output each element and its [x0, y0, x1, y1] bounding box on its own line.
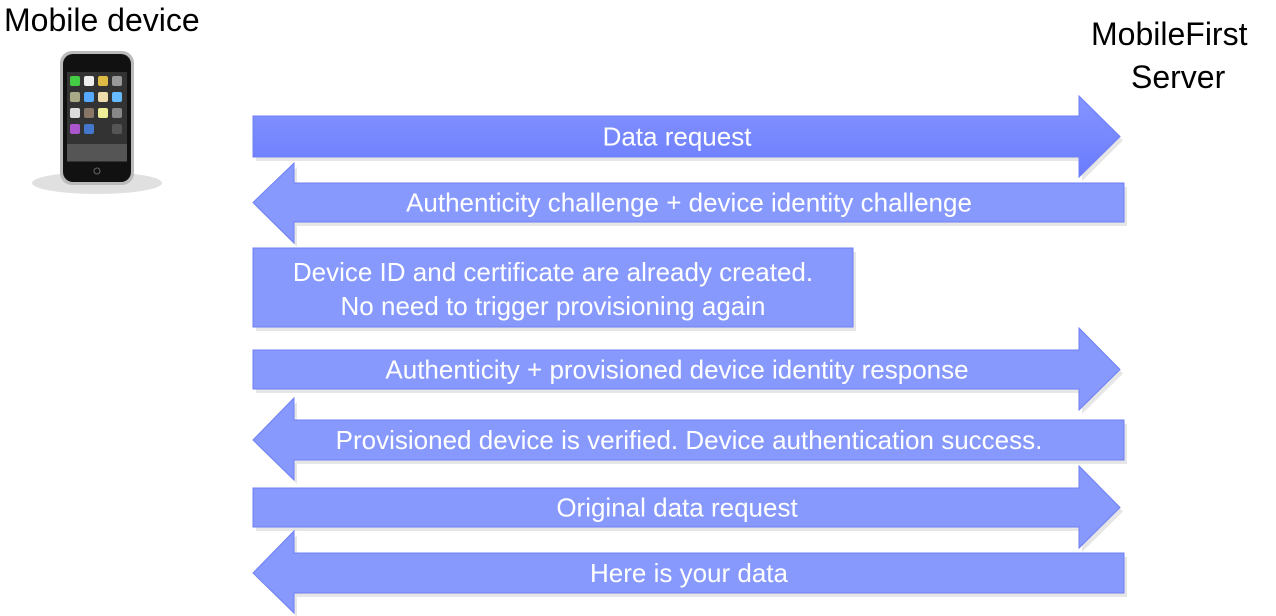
message-label: Authenticity challenge + device identity…	[406, 188, 972, 218]
message-4: Authenticity + provisioned device identi…	[252, 326, 1123, 414]
message-label: Authenticity + provisioned device identi…	[385, 355, 968, 385]
message-1: Data request	[252, 94, 1123, 181]
message-7: Here is your data	[252, 529, 1127, 616]
message-3: Device ID and certificate are already cr…	[252, 247, 856, 331]
message-5: Provisioned device is verified. Device a…	[252, 396, 1127, 484]
message-label: Data request	[603, 122, 753, 152]
message-label: Here is your data	[590, 558, 789, 588]
message-label: Original data request	[556, 493, 798, 523]
note-line-2: No need to trigger provisioning again	[341, 291, 766, 321]
smartphone-icon	[32, 51, 162, 194]
note-line-1: Device ID and certificate are already cr…	[293, 257, 813, 287]
message-2: Authenticity challenge + device identity…	[252, 161, 1127, 247]
sequence-diagram: Data request Authenticity challenge + dev…	[32, 51, 1127, 616]
message-6: Original data request	[252, 464, 1123, 552]
message-label: Provisioned device is verified. Device a…	[336, 425, 1043, 455]
